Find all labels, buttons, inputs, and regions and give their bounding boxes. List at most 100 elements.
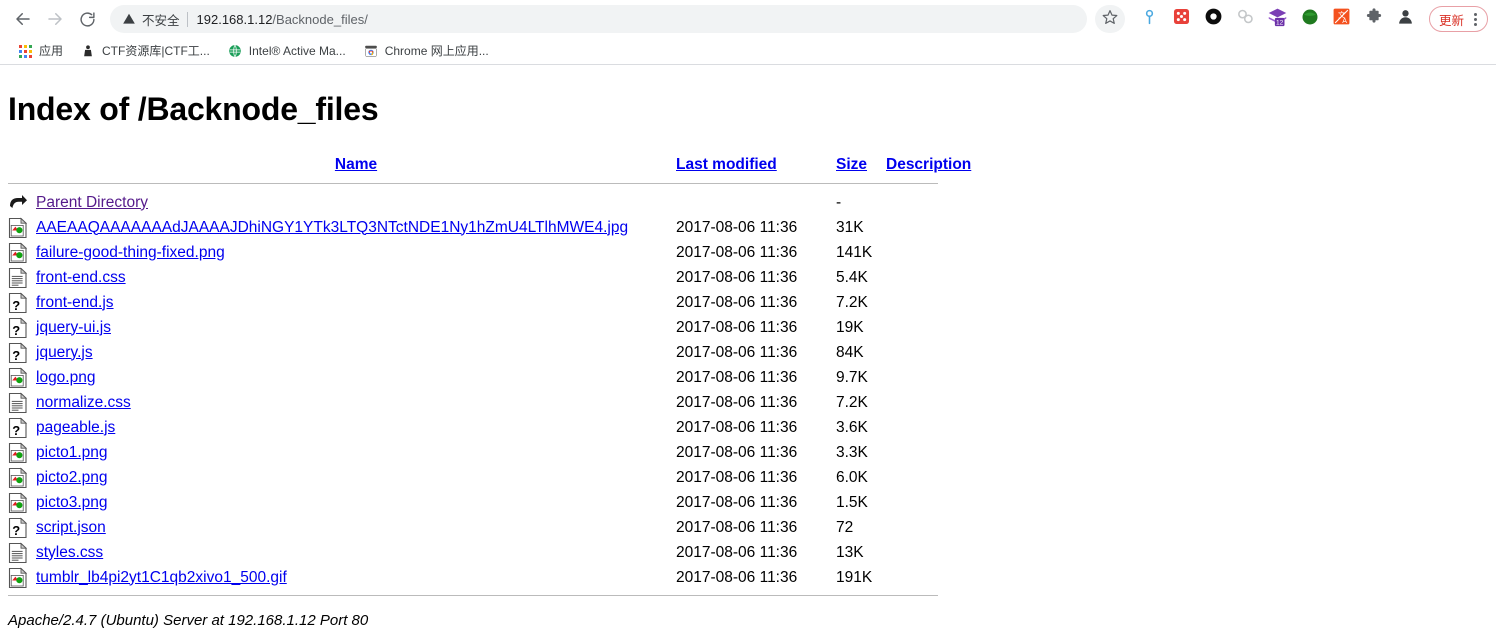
row-date-cell: 2017-08-06 11:36 [676,243,798,261]
bookmark-intel-amt[interactable]: Intel® Active Ma... [220,40,353,62]
svg-text:A: A [1343,17,1348,25]
extension-red-dice-button[interactable] [1169,6,1195,32]
row-date-cell: 2017-08-06 11:36 [676,443,798,461]
image-file-icon [8,441,36,464]
ninja-favicon [80,43,96,59]
update-button[interactable]: 更新 [1428,6,1488,32]
file-link[interactable]: styles.css [36,544,103,561]
extensions-menu-button[interactable] [1361,6,1387,32]
unknown-file-icon: ? [8,416,36,439]
extension-location-pin-button[interactable] [1137,6,1163,32]
row-size-cell: 9.7K [836,368,868,386]
row-description-cell [886,465,971,490]
table-header-row: Name Last modified Size Description [8,152,971,178]
warning-triangle-icon[interactable] [122,12,136,26]
sort-by-size-link[interactable]: Size [836,156,867,173]
extension-green-sphere-button[interactable] [1297,6,1323,32]
sort-by-name-link[interactable]: Name [335,156,377,173]
file-link[interactable]: pageable.js [36,419,115,436]
parent-directory-link[interactable]: Parent Directory [36,194,148,211]
table-row: ? jquery.js 2017-08-06 11:36 84K [8,340,971,365]
header-last-modified: Last modified [676,152,836,178]
row-description-cell [886,540,971,565]
row-description-cell [886,190,971,215]
row-description-cell [886,565,971,590]
table-row: picto2.png 2017-08-06 11:36 6.0K [8,465,971,490]
file-link[interactable]: normalize.css [36,394,131,411]
sort-by-description-link[interactable]: Description [886,156,971,173]
file-link[interactable]: picto2.png [36,469,108,486]
file-link[interactable]: tumblr_lb4pi2yt1C1qb2xivo1_500.gif [36,569,287,586]
chrome-store-favicon [363,43,379,59]
row-size-cell: 3.3K [836,443,868,461]
file-link[interactable]: front-end.css [36,269,126,286]
row-date-cell: 2017-08-06 11:36 [676,418,798,436]
row-description-cell [886,240,971,265]
url-path: /Backnode_files/ [272,11,368,27]
browser-chrome: 不安全 192.168.1.12/Backnode_files/ 12 文 A … [0,0,1496,65]
row-description-cell [886,440,971,465]
extension-black-ring-button[interactable] [1201,6,1227,32]
directory-listing-table: Name Last modified Size Description Pare… [8,152,971,602]
row-icon-cell [8,565,36,590]
row-name-cell: front-end.css [36,265,676,290]
row-date-cell: 2017-08-06 11:36 [676,393,798,411]
file-link[interactable]: failure-good-thing-fixed.png [36,244,225,261]
bookmarks-bar: 应用 CTF资源库|CTF工... Intel® Active Ma... Ch… [0,38,1496,65]
file-link[interactable]: script.json [36,519,106,536]
row-name-cell: front-end.js [36,290,676,315]
bookmark-star-button[interactable] [1094,5,1125,33]
file-link[interactable]: picto1.png [36,444,108,461]
unknown-file-icon: ? [8,516,36,539]
row-size-cell: 31K [836,218,864,236]
table-row: ? front-end.js 2017-08-06 11:36 7.2K [8,290,971,315]
extension-chain-button[interactable] [1233,6,1259,32]
row-description-cell [886,265,971,290]
row-description-cell [886,365,971,390]
row-icon-cell: ? [8,315,36,340]
file-link[interactable]: picto3.png [36,494,108,511]
sort-by-date-link[interactable]: Last modified [676,156,777,173]
file-link[interactable]: jquery.js [36,344,93,361]
bookmark-chrome-web-store[interactable]: Chrome 网上应用... [356,40,496,62]
omnibox-divider [186,11,188,27]
file-link[interactable]: AAEAAQAAAAAAAdJAAAAJDhiNGY1YTk3LTQ3NTctN… [36,219,628,236]
row-description-cell [886,340,971,365]
image-file-icon [8,491,36,514]
row-description-cell [886,515,971,540]
file-link[interactable]: jquery-ui.js [36,319,111,336]
row-date-cell: 2017-08-06 11:36 [676,293,798,311]
row-size-cell: 1.5K [836,493,868,511]
svg-text:?: ? [12,422,20,437]
header-divider-row [8,178,971,190]
reload-button[interactable] [72,4,102,34]
extension-translate-button[interactable]: 文A [1329,6,1355,32]
table-row: ? script.json 2017-08-06 11:36 72 [8,515,971,540]
row-name-cell: tumblr_lb4pi2yt1C1qb2xivo1_500.gif [36,565,676,590]
footer-divider-row [8,590,971,602]
file-link[interactable]: front-end.js [36,294,114,311]
forward-button[interactable] [40,4,70,34]
black-ring-icon [1204,7,1223,31]
globe-favicon [227,43,243,59]
row-name-cell: jquery.js [36,340,676,365]
bookmark-ctf-resource[interactable]: CTF资源库|CTF工... [73,40,217,62]
kebab-menu-icon[interactable] [1467,9,1483,29]
address-bar[interactable]: 不安全 192.168.1.12/Backnode_files/ [110,5,1087,33]
back-button[interactable] [8,4,38,34]
profile-button[interactable] [1393,6,1419,32]
bookmark-apps[interactable]: 应用 [10,40,70,62]
row-size-cell: 141K [836,243,873,261]
header-rule [8,183,938,184]
row-size-cell: 84K [836,343,864,361]
row-size-cell: 72 [836,518,854,536]
row-icon-cell [8,215,36,240]
extension-layers-button[interactable]: 12 [1265,6,1291,32]
image-file-icon [8,366,36,389]
row-name-cell: picto1.png [36,440,676,465]
table-row: failure-good-thing-fixed.png 2017-08-06 1… [8,240,971,265]
file-link[interactable]: logo.png [36,369,95,386]
table-row: normalize.css 2017-08-06 11:36 7.2K [8,390,971,415]
table-row: ? pageable.js 2017-08-06 11:36 3.6K [8,415,971,440]
table-row: picto1.png 2017-08-06 11:36 3.3K [8,440,971,465]
